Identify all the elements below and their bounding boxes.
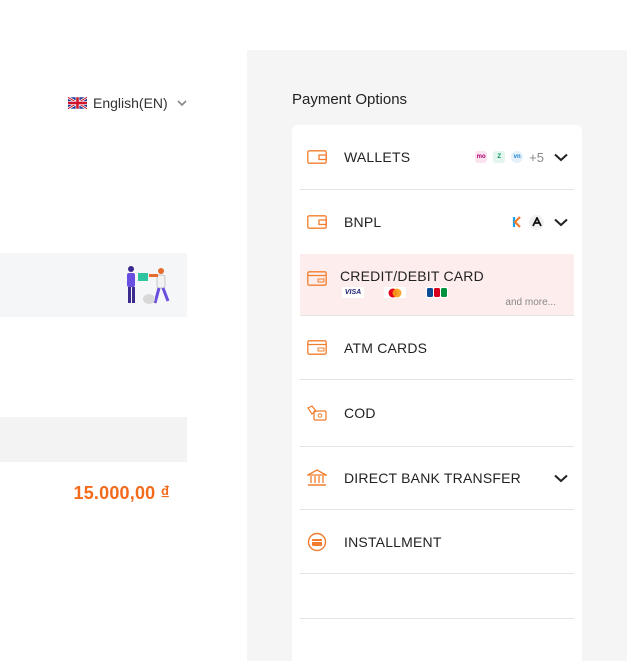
installment-icon (306, 532, 328, 551)
language-label: English(EN) (93, 95, 168, 111)
payment-option-label: BNPL (344, 214, 382, 230)
cash-on-delivery-icon (306, 404, 328, 421)
payment-option-label: WALLETS (344, 149, 411, 165)
jcb-logo-icon (426, 287, 448, 298)
chevron-down-icon[interactable] (554, 215, 568, 229)
payment-option-label: ATM CARDS (344, 339, 428, 356)
wallet-icon (306, 149, 328, 165)
payment-option-atm-cards[interactable]: ATM CARDS (300, 316, 574, 380)
card-icon (306, 270, 328, 286)
chevron-down-icon[interactable] (554, 471, 568, 485)
payment-option-label: DIRECT BANK TRANSFER (344, 470, 521, 486)
checkout-page: English(EN) 15.000,00 ₫ Payment Options … (0, 0, 627, 661)
wallet-icon (306, 214, 328, 230)
people-illustration-icon (127, 266, 170, 304)
order-total: 15.000,00 ₫ (73, 483, 170, 503)
kredivo-logo-icon (511, 216, 523, 228)
language-selector[interactable]: English(EN) (68, 95, 187, 111)
payment-option-wallets[interactable]: WALLETS mo Z vn +5 (300, 125, 574, 190)
visa-logo-icon: VISA (342, 287, 364, 298)
more-card-brands: and more... (505, 297, 556, 308)
payment-options-title: Payment Options (292, 91, 408, 108)
promo-banner (0, 253, 187, 317)
payment-option-bnpl[interactable]: BNPL (300, 190, 574, 254)
payment-option-label: INSTALLMENT (344, 533, 442, 550)
secondary-panel (292, 612, 582, 661)
payment-option-label: CREDIT/DEBIT CARD (340, 268, 484, 284)
payment-option-cod[interactable]: COD (300, 380, 574, 447)
divider (300, 618, 574, 619)
uk-flag-icon (68, 97, 87, 109)
order-summary-column: English(EN) 15.000,00 ₫ (0, 50, 247, 661)
vnpay-logo-icon: vn (511, 151, 524, 163)
zalopay-logo-icon: Z (493, 151, 506, 163)
payment-option-credit-card[interactable]: CREDIT/DEBIT CARD VISA and more... (300, 254, 574, 316)
payment-options-list: WALLETS mo Z vn +5 BNPL CREDIT/DEBIT CAR… (292, 125, 582, 625)
payment-option-installment[interactable]: INSTALLMENT (300, 510, 574, 574)
mastercard-logo-icon (384, 287, 406, 298)
atome-logo-icon (529, 214, 544, 230)
more-wallets-count: +5 (529, 149, 544, 165)
card-icon (306, 340, 328, 356)
chevron-down-icon (177, 100, 187, 107)
divider-band (0, 417, 187, 462)
momo-logo-icon: mo (475, 151, 488, 163)
payment-option-bank-transfer[interactable]: DIRECT BANK TRANSFER (300, 447, 574, 510)
bank-icon (306, 469, 328, 486)
chevron-down-icon[interactable] (554, 150, 568, 164)
payment-column: Payment Options WALLETS mo Z vn +5 BNPL … (247, 50, 627, 661)
payment-option-label: COD (344, 405, 376, 421)
